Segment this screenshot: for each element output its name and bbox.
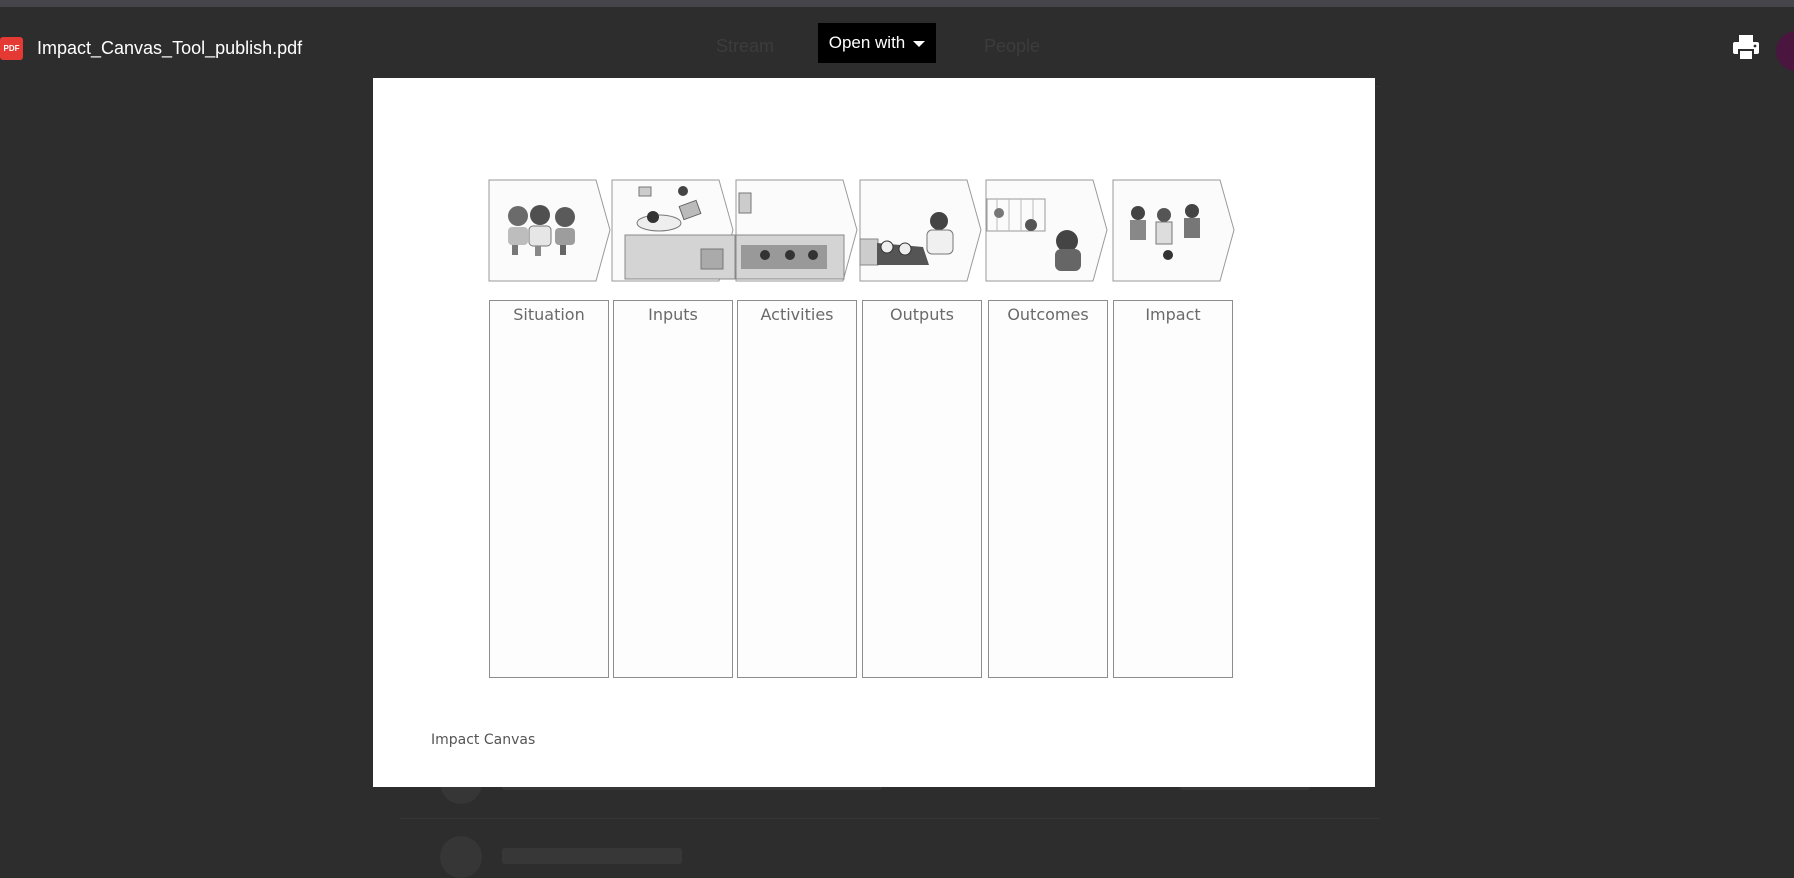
column-impact: Impact [1113, 300, 1233, 678]
column-label-impact: Impact [1145, 305, 1201, 324]
background-avatar [440, 836, 482, 878]
pdf-file-icon: PDF [0, 37, 23, 60]
column-outputs: Outputs [862, 300, 982, 678]
column-label-situation: Situation [513, 305, 585, 324]
column-label-activities: Activities [760, 305, 834, 324]
background-divider [400, 818, 1380, 819]
account-avatar[interactable] [1776, 31, 1794, 71]
viewer-header: PDF Impact_Canvas_Tool_publish.pdf Open … [0, 7, 1794, 79]
print-button[interactable] [1730, 31, 1762, 63]
outcomes-illustration [985, 179, 1110, 282]
page-footer-title: Impact Canvas [431, 732, 536, 748]
column-label-outcomes: Outcomes [1007, 305, 1089, 324]
impact-illustration [1112, 179, 1237, 282]
column-situation: Situation [489, 300, 609, 678]
column-activities: Activities [737, 300, 857, 678]
column-inputs: Inputs [613, 300, 733, 678]
chevron-down-icon [913, 41, 926, 47]
activities-illustration [735, 179, 860, 282]
outputs-illustration [859, 179, 984, 282]
column-label-outputs: Outputs [890, 305, 954, 324]
inputs-illustration [611, 179, 736, 282]
open-with-button[interactable]: Open with [818, 23, 936, 63]
pdf-page: Situation Inputs Activities Outputs Outc… [373, 78, 1375, 787]
column-label-inputs: Inputs [648, 305, 698, 324]
background-text-line [502, 848, 682, 864]
situation-illustration [488, 179, 613, 282]
window-top-strip [0, 0, 1794, 7]
file-name: Impact_Canvas_Tool_publish.pdf [37, 38, 303, 58]
printer-icon [1733, 35, 1759, 61]
open-with-label: Open with [828, 33, 906, 52]
column-outcomes: Outcomes [988, 300, 1108, 678]
